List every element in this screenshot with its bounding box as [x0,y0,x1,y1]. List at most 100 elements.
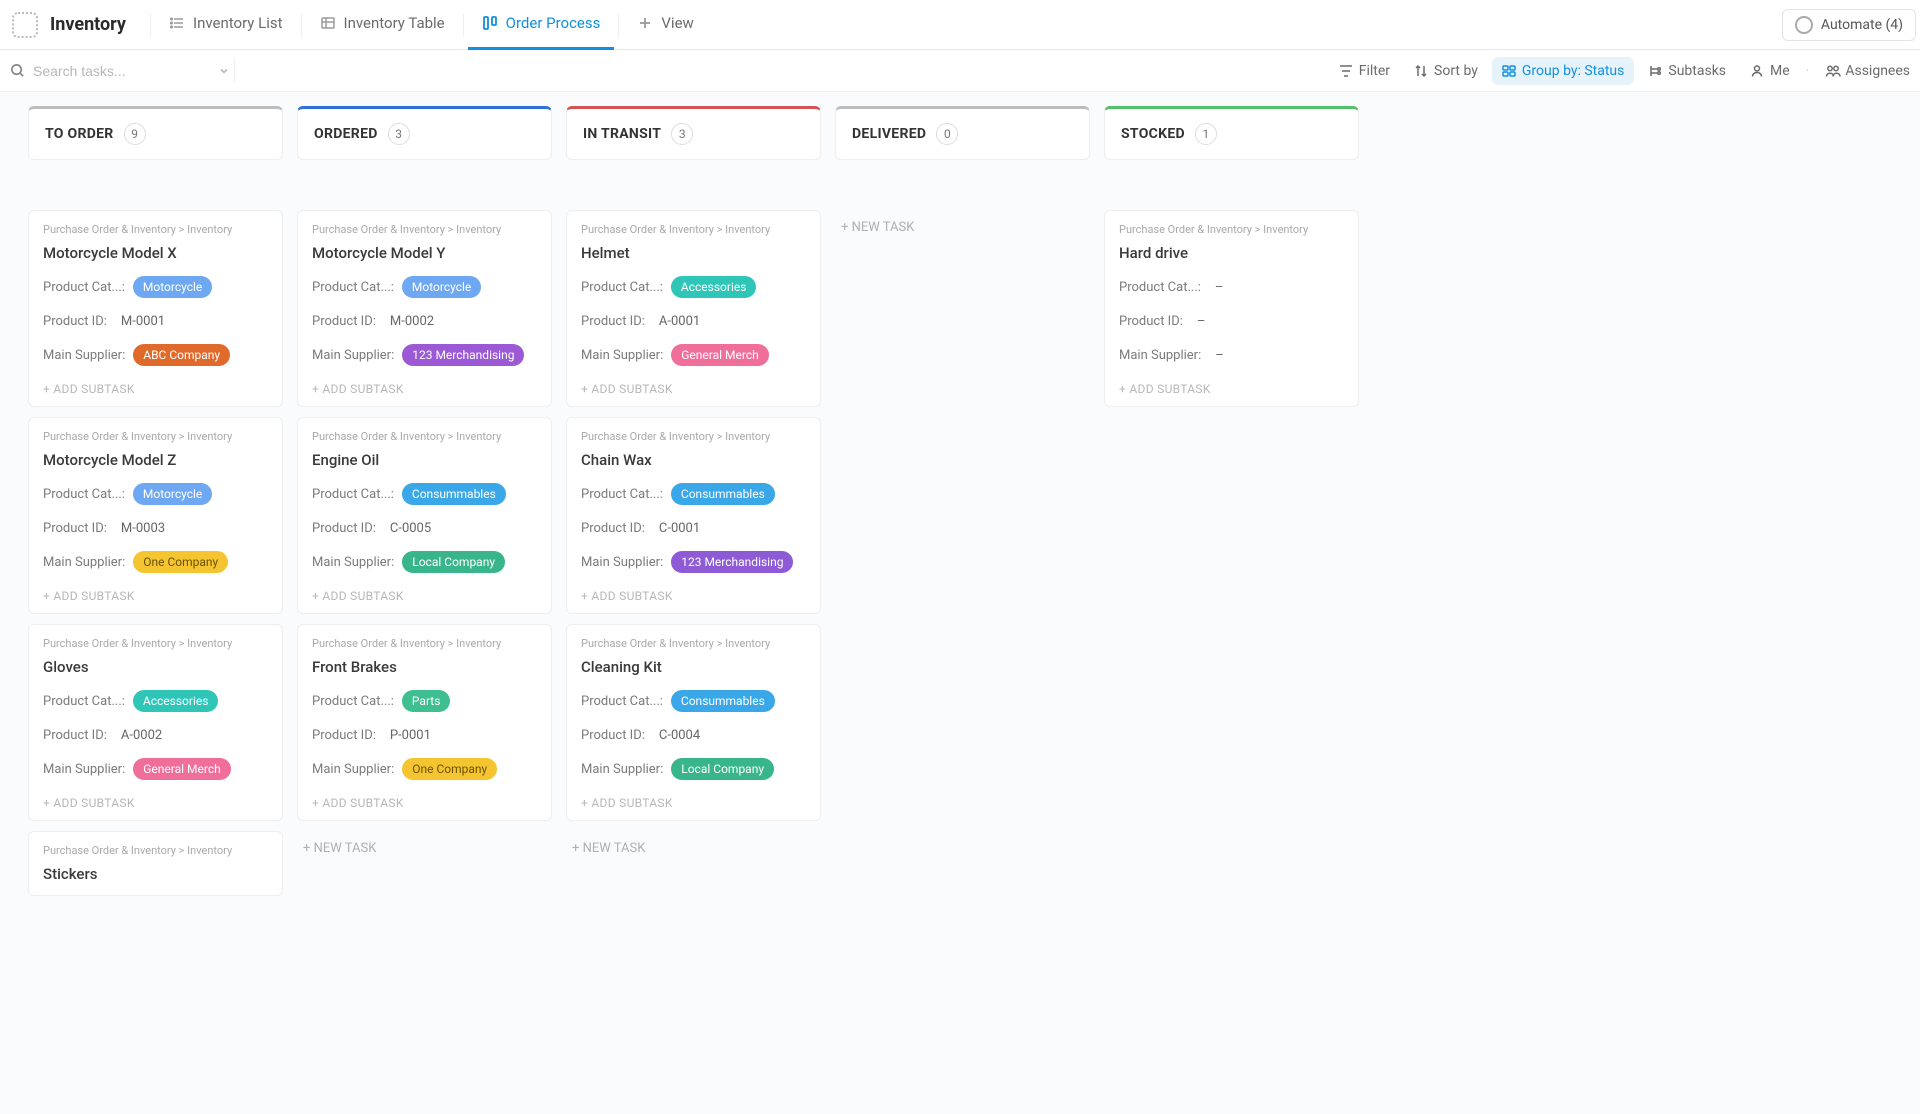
product-id-value: M-0002 [384,314,434,329]
board-column: DELIVERED0 + NEW TASK [835,106,1090,245]
column-title: DELIVERED [852,126,926,142]
field-main-supplier: Main Supplier:ABC Company [43,342,268,368]
divider [150,13,151,37]
field-main-supplier: Main Supplier:123 Merchandising [581,549,806,575]
column-title: IN TRANSIT [583,126,661,142]
breadcrumb: Purchase Order & Inventory > Inventory [312,430,537,443]
add-subtask-button[interactable]: + ADD SUBTASK [581,583,806,605]
add-subtask-button[interactable]: + ADD SUBTASK [43,376,268,398]
add-subtask-button[interactable]: + ADD SUBTASK [312,583,537,605]
subtasks-button[interactable]: Subtasks [1638,57,1736,85]
table-icon [320,15,336,31]
field-label: Product Cat...: [312,694,394,709]
automate-label: Automate (4) [1821,17,1903,33]
subtasks-icon [1648,64,1662,78]
new-task-button[interactable]: + NEW TASK [297,831,552,866]
field-label: Product Cat...: [312,487,394,502]
groupby-button[interactable]: Group by: Status [1492,57,1634,85]
person-icon [1750,64,1764,78]
me-button[interactable]: Me [1740,57,1800,85]
card-title: Motorcycle Model X [43,244,268,262]
add-subtask-button[interactable]: + ADD SUBTASK [312,790,537,812]
field-label: Main Supplier: [581,348,663,363]
field-label: Product Cat...: [581,280,663,295]
filter-icon [1339,64,1353,78]
task-card[interactable]: Purchase Order & Inventory > InventoryGl… [28,624,283,821]
tab-label: Order Process [506,14,601,32]
automate-button[interactable]: Automate (4) [1782,9,1916,41]
groupby-label: Group by: Status [1522,63,1624,79]
column-header[interactable]: DELIVERED0 [835,106,1090,160]
task-card[interactable]: Purchase Order & Inventory > InventoryMo… [28,417,283,614]
category-pill: Motorcycle [133,276,212,298]
task-card[interactable]: Purchase Order & Inventory > InventoryCl… [566,624,821,821]
column-title: STOCKED [1121,126,1185,142]
task-card[interactable]: Purchase Order & Inventory > InventoryMo… [297,210,552,407]
field-product-category: Product Cat...:Motorcycle [43,481,268,507]
field-label: Main Supplier: [43,555,125,570]
task-card[interactable]: Purchase Order & Inventory > InventoryHa… [1104,210,1359,407]
new-task-button[interactable]: + NEW TASK [566,831,821,866]
field-label: Main Supplier: [43,762,125,777]
header-bar: Inventory Inventory List Inventory Table… [0,0,1920,50]
tab-inventory-list[interactable]: Inventory List [155,0,297,50]
task-card[interactable]: Purchase Order & Inventory > InventoryCh… [566,417,821,614]
task-card[interactable]: Purchase Order & Inventory > InventoryHe… [566,210,821,407]
task-card[interactable]: Purchase Order & Inventory > InventoryEn… [297,417,552,614]
add-subtask-button[interactable]: + ADD SUBTASK [43,583,268,605]
category-pill: Parts [402,690,451,712]
board-icon [482,15,498,31]
field-product-id: Product ID:– [1119,308,1344,334]
field-product-category: Product Cat...:Consummables [581,481,806,507]
column-header[interactable]: TO ORDER9 [28,106,283,160]
add-subtask-button[interactable]: + ADD SUBTASK [581,376,806,398]
sortby-label: Sort by [1434,63,1478,79]
field-product-id: Product ID:C-0004 [581,722,806,748]
me-label: Me [1770,63,1790,79]
divider [234,59,235,83]
new-task-button[interactable]: + NEW TASK [835,210,1090,245]
assignees-button[interactable]: Assignees [1815,57,1910,85]
field-product-id: Product ID:C-0001 [581,515,806,541]
people-icon [1825,64,1839,78]
tab-order-process[interactable]: Order Process [468,0,615,50]
field-main-supplier: Main Supplier:General Merch [43,756,268,782]
column-header[interactable]: STOCKED1 [1104,106,1359,160]
column-header[interactable]: ORDERED3 [297,106,552,160]
list-icon [169,15,185,31]
add-subtask-button[interactable]: + ADD SUBTASK [581,790,806,812]
field-label: Main Supplier: [312,555,394,570]
filter-button[interactable]: Filter [1329,57,1400,85]
tab-add-view[interactable]: View [623,0,707,50]
supplier-pill: Local Company [402,551,505,573]
product-id-value: A-0002 [115,728,162,743]
app-title: Inventory [50,14,126,35]
column-header[interactable]: IN TRANSIT3 [566,106,821,160]
field-label: Product ID: [312,728,376,743]
sortby-button[interactable]: Sort by [1404,57,1488,85]
field-label: Product ID: [581,728,645,743]
field-main-supplier: Main Supplier:123 Merchandising [312,342,537,368]
category-pill: Consummables [671,690,775,712]
task-card[interactable]: Purchase Order & Inventory > InventoryMo… [28,210,283,407]
add-subtask-button[interactable]: + ADD SUBTASK [1119,376,1344,398]
field-label: Product Cat...: [43,280,125,295]
supplier-pill: General Merch [671,344,768,366]
column-count: 3 [388,123,410,145]
task-card[interactable]: Purchase Order & Inventory > InventorySt… [28,831,283,896]
field-label: Product ID: [312,314,376,329]
task-card[interactable]: Purchase Order & Inventory > InventoryFr… [297,624,552,821]
add-subtask-button[interactable]: + ADD SUBTASK [312,376,537,398]
product-id-value: P-0001 [384,728,431,743]
field-product-category: Product Cat...:Motorcycle [312,274,537,300]
add-subtask-button[interactable]: + ADD SUBTASK [43,790,268,812]
card-title: Stickers [43,865,268,883]
card-title: Cleaning Kit [581,658,806,676]
breadcrumb: Purchase Order & Inventory > Inventory [581,430,806,443]
search-input[interactable] [33,63,193,79]
card-title: Gloves [43,658,268,676]
chevron-down-icon[interactable] [218,65,230,77]
category-pill: Accessories [671,276,757,298]
tab-inventory-table[interactable]: Inventory Table [306,0,459,50]
subtasks-label: Subtasks [1668,63,1726,79]
